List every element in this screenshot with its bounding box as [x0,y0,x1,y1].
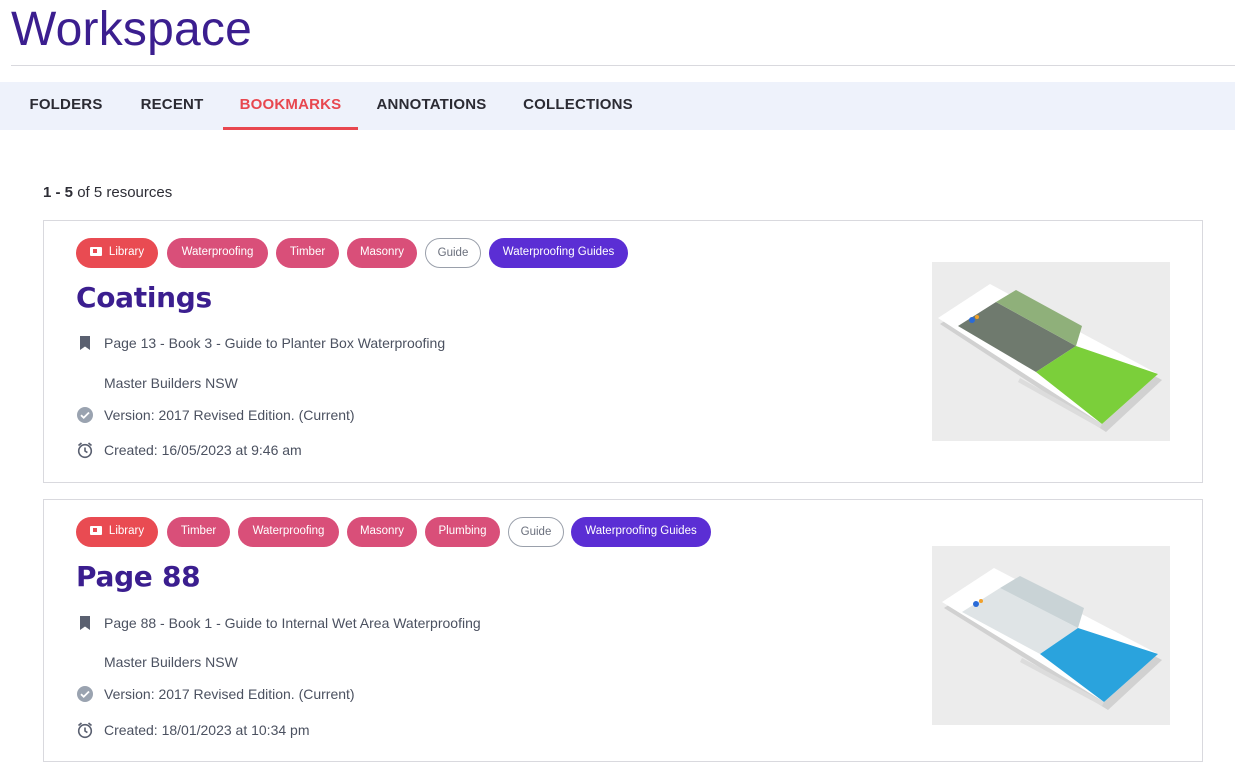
tag-plumbing[interactable]: Plumbing [425,517,500,547]
version-text: Version: 2017 Revised Edition. (Current) [104,686,355,702]
book-cover-thumbnail[interactable] [932,546,1170,725]
bookmark-icon [80,336,90,350]
alarm-clock-icon [77,722,93,739]
bookmark-location[interactable]: Page 13 - Book 3 - Guide to Planter Box … [104,333,445,353]
alarm-clock-icon [77,442,93,459]
check-circle-icon [77,407,93,423]
tag-masonry[interactable]: Masonry [347,238,417,268]
book-cover-image [938,284,1162,432]
tag-timber[interactable]: Timber [276,238,339,268]
results-total: of 5 resources [77,184,173,201]
tag-library[interactable]: Library [76,238,158,268]
tab-bookmarks[interactable]: BOOKMARKS [223,82,358,130]
book-cover-image [942,568,1162,710]
library-icon [89,526,102,535]
bookmark-card[interactable]: Library Timber Waterproofing Masonry Plu… [43,499,1203,762]
tab-collections[interactable]: COLLECTIONS [505,82,651,130]
tab-annotations[interactable]: ANNOTATIONS [358,82,505,130]
library-icon [89,247,102,256]
tab-folders[interactable]: FOLDERS [11,82,121,130]
resource-title[interactable]: Page 88 [76,560,201,593]
bookmark-card[interactable]: Library Waterproofing Timber Masonry Gui… [43,220,1203,483]
check-circle-icon [77,686,93,702]
tab-recent[interactable]: RECENT [121,82,223,130]
tag-collection[interactable]: Waterproofing Guides [489,238,628,268]
publisher-name: Master Builders NSW [104,654,238,670]
tag-collection[interactable]: Waterproofing Guides [571,517,711,547]
results-range: 1 - 5 [43,184,74,201]
resource-title[interactable]: Coatings [76,281,212,314]
title-divider [11,65,1235,66]
tag-masonry[interactable]: Masonry [347,517,417,547]
tag-guide[interactable]: Guide [508,517,564,547]
version-text: Version: 2017 Revised Edition. (Current) [104,407,355,423]
tag-waterproofing[interactable]: Waterproofing [238,517,339,547]
created-date: Created: 16/05/2023 at 9:46 am [104,442,302,458]
bookmark-icon [80,616,90,630]
workspace-tabs: FOLDERS RECENT BOOKMARKS ANNOTATIONS COL… [0,82,1235,130]
tag-waterproofing[interactable]: Waterproofing [167,238,268,268]
book-cover-thumbnail[interactable] [932,262,1170,441]
created-date: Created: 18/01/2023 at 10:34 pm [104,722,310,738]
bookmark-location[interactable]: Page 88 - Book 1 - Guide to Internal Wet… [104,613,481,633]
tag-library[interactable]: Library [76,517,158,547]
tag-guide[interactable]: Guide [425,238,481,268]
page-title: Workspace [11,3,253,56]
publisher-name: Master Builders NSW [104,375,238,391]
results-count: 1 - 5 of 5 resources [43,184,172,201]
tag-timber[interactable]: Timber [167,517,230,547]
